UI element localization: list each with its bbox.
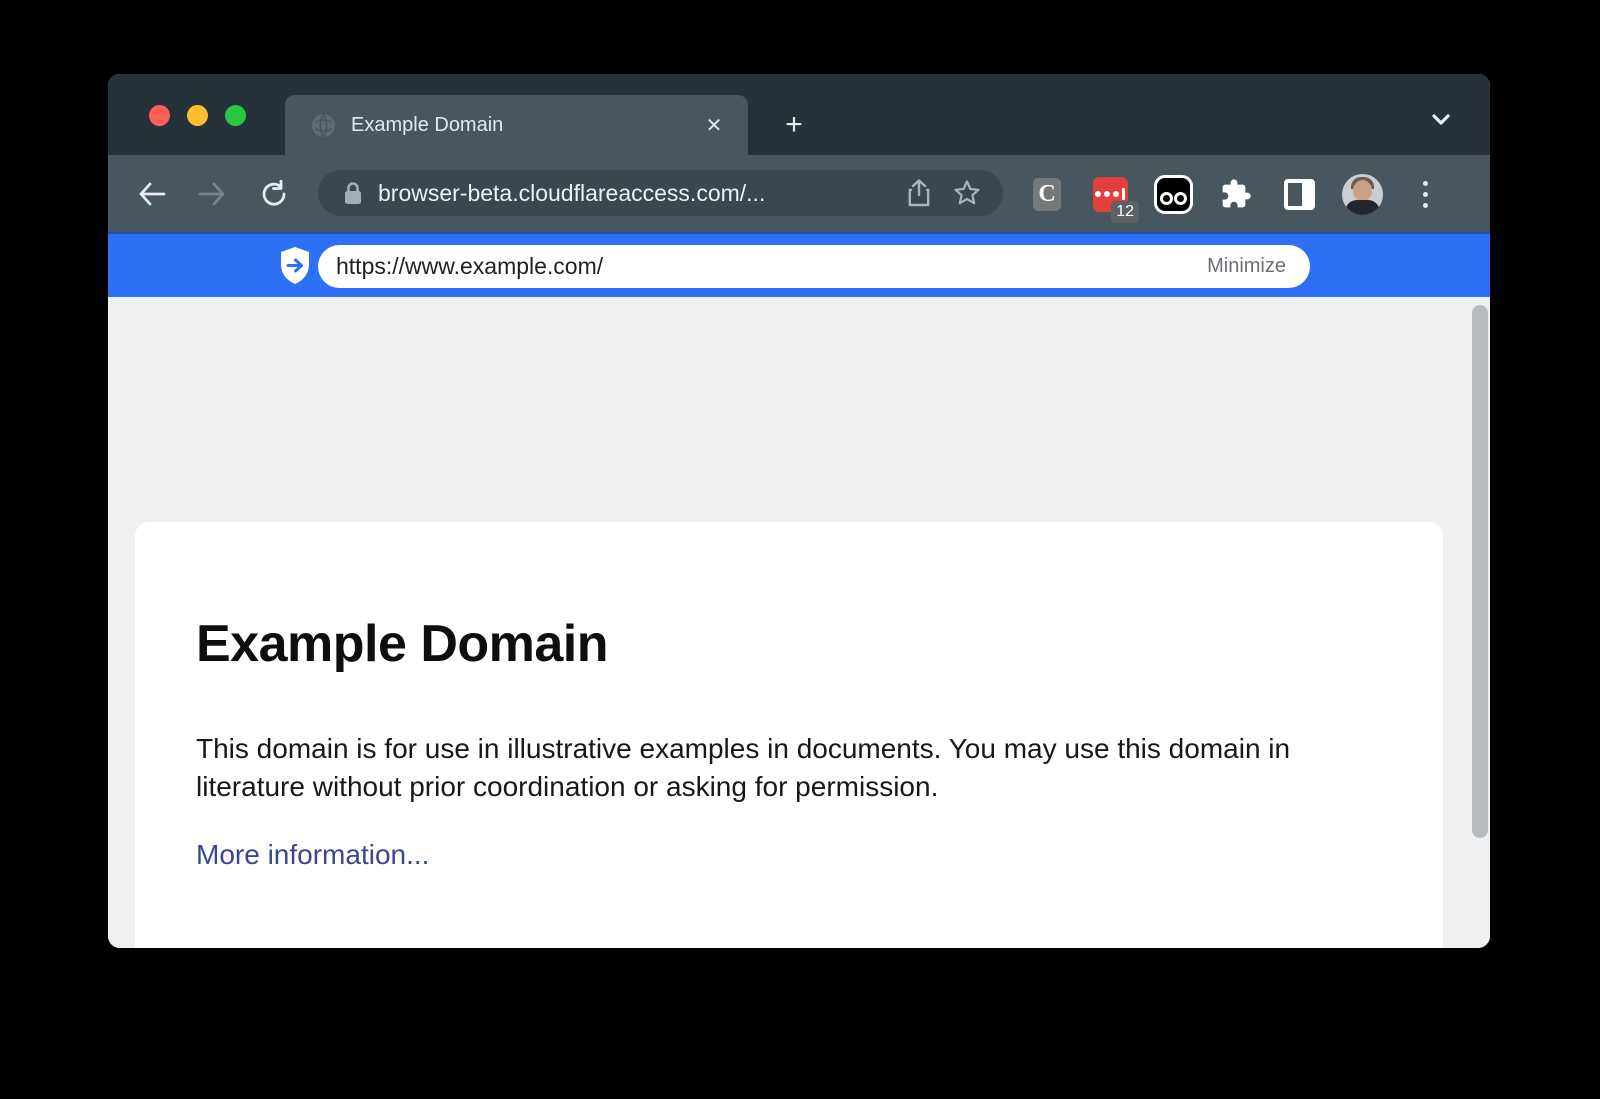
scrollbar-thumb[interactable] (1472, 305, 1488, 838)
extension-lastpass[interactable]: 12 (1089, 173, 1131, 215)
remote-url-input[interactable] (336, 253, 1207, 280)
share-icon[interactable] (907, 179, 931, 207)
reload-button[interactable] (253, 173, 295, 215)
extension-row: C 12 (1026, 173, 1446, 215)
tab-strip: Example Domain ✕ + (108, 74, 1490, 155)
address-bar[interactable]: browser-beta.cloudflareaccess.com/... (318, 170, 1003, 216)
minimize-bar-button[interactable]: Minimize (1207, 255, 1286, 278)
close-window-button[interactable] (149, 105, 170, 126)
extensions-menu-button[interactable] (1215, 173, 1257, 215)
extension-c[interactable]: C (1026, 173, 1068, 215)
content-card: Example Domain This domain is for use in… (135, 522, 1443, 948)
lastpass-badge: 12 (1111, 201, 1139, 223)
more-information-link[interactable]: More information... (196, 839, 429, 871)
lock-icon (343, 181, 363, 205)
address-url-text[interactable]: browser-beta.cloudflareaccess.com/... (378, 180, 907, 207)
extension-goggles[interactable] (1152, 173, 1194, 215)
browser-menu-button[interactable] (1404, 173, 1446, 215)
isolation-shield-icon (278, 245, 312, 287)
page-paragraph: This domain is for use in illustrative e… (196, 730, 1351, 806)
profile-button[interactable] (1341, 173, 1383, 215)
page-viewport: Example Domain This domain is for use in… (108, 297, 1490, 948)
tab-example-domain[interactable]: Example Domain ✕ (285, 95, 748, 155)
tab-search-chevron-icon[interactable] (1426, 109, 1456, 131)
c-extension-icon: C (1033, 178, 1061, 211)
remote-url-bar: Minimize (318, 245, 1310, 288)
two-circles-icon (1154, 175, 1193, 214)
tab-close-icon[interactable]: ✕ (700, 111, 728, 139)
side-panel-button[interactable] (1278, 173, 1320, 215)
profile-avatar (1342, 174, 1383, 215)
kebab-menu-icon (1423, 181, 1428, 208)
zoom-window-button[interactable] (225, 105, 246, 126)
window-controls (149, 105, 246, 126)
forward-button[interactable] (191, 173, 233, 215)
tab-title: Example Domain (351, 114, 700, 137)
puzzle-icon (1220, 178, 1252, 210)
globe-favicon-icon (311, 113, 336, 138)
new-tab-button[interactable]: + (776, 107, 812, 143)
minimize-window-button[interactable] (187, 105, 208, 126)
page-heading: Example Domain (196, 614, 1382, 674)
back-button[interactable] (131, 173, 173, 215)
side-panel-icon (1284, 179, 1315, 210)
remote-browser-bar: Minimize (108, 232, 1490, 297)
bookmark-star-icon[interactable] (953, 179, 981, 207)
browser-window: Example Domain ✕ + browser-beta.cloudfla… (108, 74, 1490, 948)
